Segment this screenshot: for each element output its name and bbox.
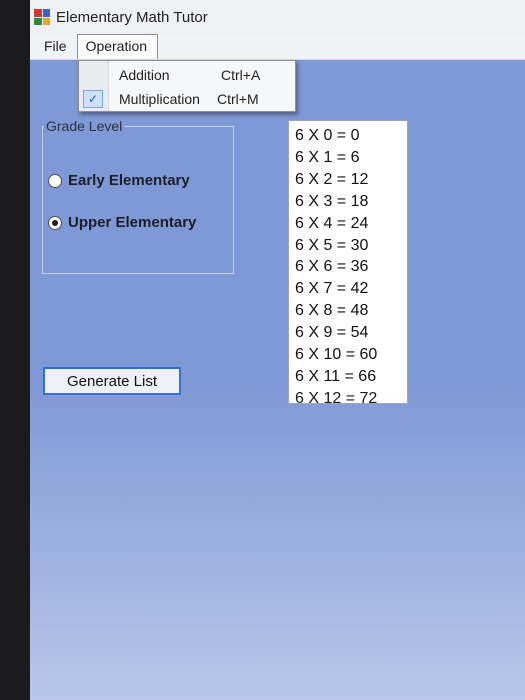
list-item[interactable]: 6 X 8 = 48: [295, 300, 407, 322]
screen-glare: [30, 380, 525, 700]
grade-level-title: Grade Level: [44, 118, 125, 134]
list-item[interactable]: 6 X 3 = 18: [295, 191, 407, 213]
list-item[interactable]: 6 X 5 = 30: [295, 235, 407, 257]
menu-item-addition[interactable]: Addition Ctrl+A: [79, 63, 295, 87]
menu-item-addition-shortcut: Ctrl+A: [221, 67, 261, 83]
list-item[interactable]: 6 X 9 = 54: [295, 322, 407, 344]
menu-item-multiplication[interactable]: ✓ Multiplication Ctrl+M: [79, 87, 295, 111]
radio-selected-dot: [52, 219, 58, 226]
menu-bar: File Operation: [30, 34, 525, 60]
menu-item-multiplication-label: Multiplication: [119, 91, 200, 107]
radio-upper-elementary[interactable]: Upper Elementary: [48, 214, 196, 231]
app-window: Elementary Math Tutor File Operation Gra…: [30, 0, 525, 700]
app-icon: [34, 9, 50, 25]
menu-operation[interactable]: Operation: [76, 34, 159, 59]
list-item[interactable]: 6 X 7 = 42: [295, 278, 407, 300]
menu-item-multiplication-shortcut: Ctrl+M: [217, 91, 259, 107]
list-item[interactable]: 6 X 11 = 66: [295, 366, 407, 388]
operation-dropdown: Addition Ctrl+A ✓ Multiplication Ctrl+M: [78, 60, 296, 112]
list-item[interactable]: 6 X 6 = 36: [295, 256, 407, 278]
results-listbox[interactable]: 6 X 0 = 0 6 X 1 = 6 6 X 2 = 12 6 X 3 = 1…: [288, 120, 408, 407]
generate-list-button[interactable]: Generate List: [43, 367, 181, 395]
checkmark-icon: ✓: [83, 90, 103, 108]
radio-upper-circle[interactable]: [48, 215, 62, 230]
radio-upper-label: Upper Elementary: [68, 214, 197, 231]
menu-item-addition-label: Addition: [119, 67, 170, 83]
grade-level-group: [42, 126, 234, 274]
window-title: Elementary Math Tutor: [56, 8, 208, 26]
radio-early-elementary[interactable]: Early Elementary: [48, 172, 190, 189]
list-item[interactable]: 6 X 4 = 24: [295, 213, 407, 235]
menu-file[interactable]: File: [30, 34, 77, 59]
list-item[interactable]: 6 X 1 = 6: [295, 147, 407, 169]
list-item[interactable]: 6 X 12 = 72: [295, 388, 407, 410]
radio-early-circle[interactable]: [48, 173, 62, 188]
list-item[interactable]: 6 X 2 = 12: [295, 169, 407, 191]
radio-early-label: Early Elementary: [68, 172, 190, 189]
title-bar: Elementary Math Tutor: [30, 0, 525, 34]
list-item[interactable]: 6 X 0 = 0: [295, 125, 407, 147]
list-item[interactable]: 6 X 10 = 60: [295, 344, 407, 366]
